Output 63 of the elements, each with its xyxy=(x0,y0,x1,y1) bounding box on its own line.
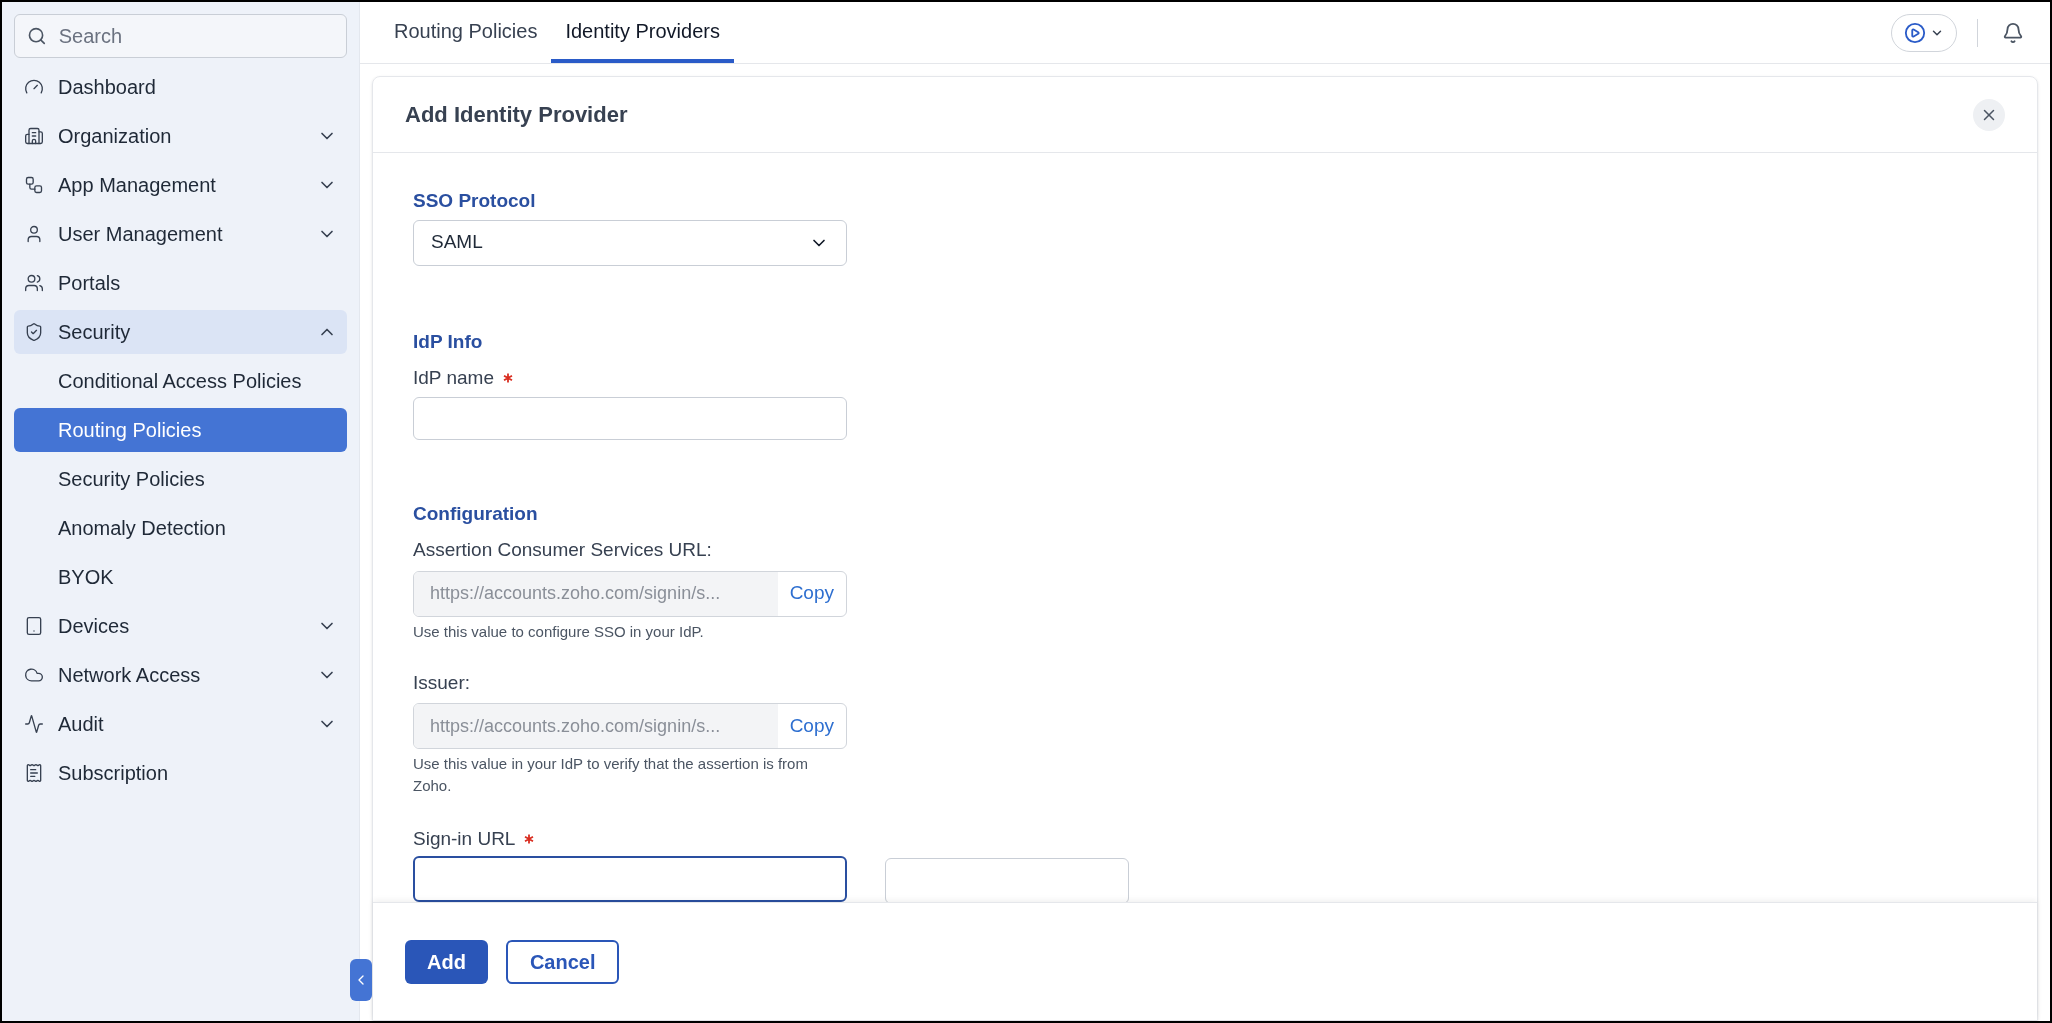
url-value: https://accounts.zoho.com/signin/s... xyxy=(414,571,778,616)
tab[interactable]: Identity Providers xyxy=(551,2,734,63)
collapse-sidebar-button[interactable] xyxy=(350,959,372,1001)
sidebar-item[interactable]: User Management xyxy=(14,212,347,256)
close-button[interactable] xyxy=(1973,98,2005,131)
idp-name-input[interactable] xyxy=(413,396,847,440)
section-heading: IdP Info xyxy=(413,329,484,354)
shield-check-icon xyxy=(24,322,44,342)
sidebar-subitem[interactable]: Routing Policies xyxy=(14,408,347,452)
search-icon xyxy=(27,25,47,47)
sidebar-item-label: Organization xyxy=(58,124,173,149)
sidebar-subitem[interactable]: Security Policies xyxy=(14,457,347,501)
field-label: Sign-in URL xyxy=(413,827,516,851)
search-field[interactable]: Search xyxy=(14,14,347,58)
copy-button[interactable]: Copy xyxy=(777,579,846,608)
panel-title: Add Identity Provider xyxy=(405,101,629,129)
sidebar-item-label: User Management xyxy=(58,222,224,247)
sidebar-item[interactable]: Portals xyxy=(14,261,347,305)
sidebar-item-label: Audit xyxy=(58,712,105,737)
copy-button[interactable]: Copy xyxy=(777,711,846,741)
cloud-icon xyxy=(24,665,44,685)
sidebar-subitem[interactable]: Conditional Access Policies xyxy=(14,359,347,403)
sidebar-item-label: Network Access xyxy=(58,663,202,688)
field-label: Issuer: xyxy=(413,670,472,695)
url-value: https://accounts.zoho.com/signin/s... xyxy=(414,704,778,748)
sidebar-item[interactable]: Organization xyxy=(14,114,347,158)
sidebar-item-label: App Management xyxy=(58,173,217,198)
input-field[interactable] xyxy=(885,857,1129,902)
tab[interactable]: Routing Policies xyxy=(380,2,552,63)
field-label: IdP name xyxy=(413,366,494,390)
tablet-icon xyxy=(24,616,44,636)
field-hint: Use this value to configure SSO in your IdP. xyxy=(413,621,705,642)
bell-icon xyxy=(2002,21,2024,44)
cancel-button[interactable]: Cancel xyxy=(505,939,620,984)
sidebar-item-label: Dashboard xyxy=(58,75,157,100)
add-button[interactable]: Add xyxy=(405,939,488,984)
sidebar-item[interactable]: Audit xyxy=(14,702,347,746)
field-label: Assertion Consumer Services URL: xyxy=(413,538,713,562)
search-input[interactable]: Search xyxy=(58,21,334,51)
sidebar-item[interactable]: Network Access xyxy=(14,653,347,697)
readonly-url-field[interactable]: https://accounts.zoho.com/signin/s... Copy xyxy=(413,570,847,617)
sidebar-subitem[interactable]: Anomaly Detection xyxy=(14,506,347,550)
sidebar-item[interactable]: Security xyxy=(14,310,347,354)
sidebar-item-label: Devices xyxy=(58,614,131,639)
section-heading: Configuration xyxy=(413,501,539,526)
sidebar-item-label: Portals xyxy=(58,271,122,296)
building-icon xyxy=(24,126,44,146)
pulse-icon xyxy=(24,714,44,734)
sidebar-item-label: Security xyxy=(58,320,132,345)
sidebar-item[interactable]: Dashboard xyxy=(14,65,347,109)
sidebar-item[interactable]: Devices xyxy=(14,604,347,648)
field-hint: Use this value in your IdP to verify that the assertion is from Zoho. xyxy=(413,754,809,796)
receipt-icon xyxy=(24,763,44,783)
readonly-url-field[interactable]: https://accounts.zoho.com/signin/s... Copy xyxy=(413,703,847,749)
sidebar-item[interactable]: App Management xyxy=(14,163,347,207)
sign-in-url-input[interactable] xyxy=(413,855,847,902)
play-icon xyxy=(1904,21,1926,44)
sidebar-item-label: Subscription xyxy=(58,761,170,786)
section-heading: SSO Protocol xyxy=(413,189,537,213)
sidebar-subitem[interactable]: BYOK xyxy=(14,555,347,599)
dropdown-value: SAML xyxy=(431,230,484,255)
sidebar-item[interactable]: Subscription xyxy=(14,751,347,795)
protocol-dropdown[interactable]: SAML xyxy=(413,219,847,266)
